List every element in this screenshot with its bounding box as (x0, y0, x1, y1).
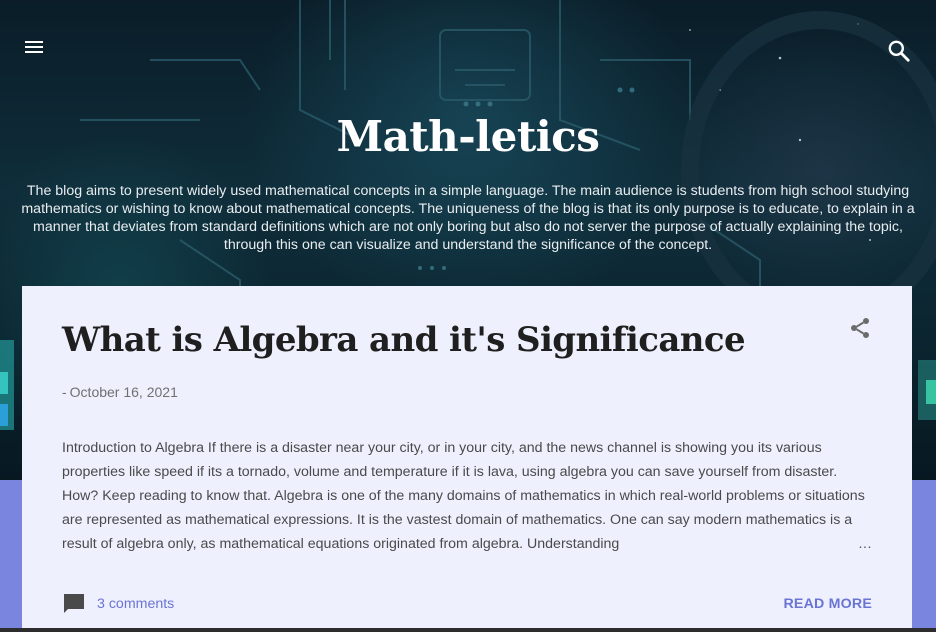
post-title[interactable]: What is Algebra and it's Significance (62, 320, 746, 360)
comments-link[interactable]: 3 comments (62, 592, 174, 616)
read-more-link[interactable]: READ MORE (783, 596, 872, 612)
snippet-fade (812, 532, 852, 556)
post-card: What is Algebra and it's Significance -O… (22, 286, 912, 632)
comment-icon (64, 594, 84, 613)
menu-icon-bar-bottom (25, 51, 43, 53)
blog-title[interactable]: Math-letics (0, 112, 936, 161)
comments-count: 3 comments (97, 596, 175, 612)
menu-button[interactable] (22, 38, 46, 60)
search-icon (888, 40, 910, 62)
menu-icon-bar-top (25, 41, 43, 43)
menu-icon-bar-middle (25, 46, 43, 48)
search-button[interactable] (886, 38, 912, 64)
post-date[interactable]: - October 16, 2021 (62, 384, 178, 400)
date-text: October 16, 2021 (69, 384, 178, 400)
snippet-text: Introduction to Algebra If there is a di… (62, 440, 865, 552)
snippet-ellipsis: … (857, 536, 872, 552)
blog-description: The blog aims to present widely used mat… (21, 183, 915, 253)
share-button[interactable] (848, 316, 872, 340)
share-icon (851, 318, 869, 338)
bottom-edge (0, 628, 936, 632)
date-prefix: - (62, 384, 67, 400)
post-snippet: Introduction to Algebra If there is a di… (62, 436, 872, 556)
